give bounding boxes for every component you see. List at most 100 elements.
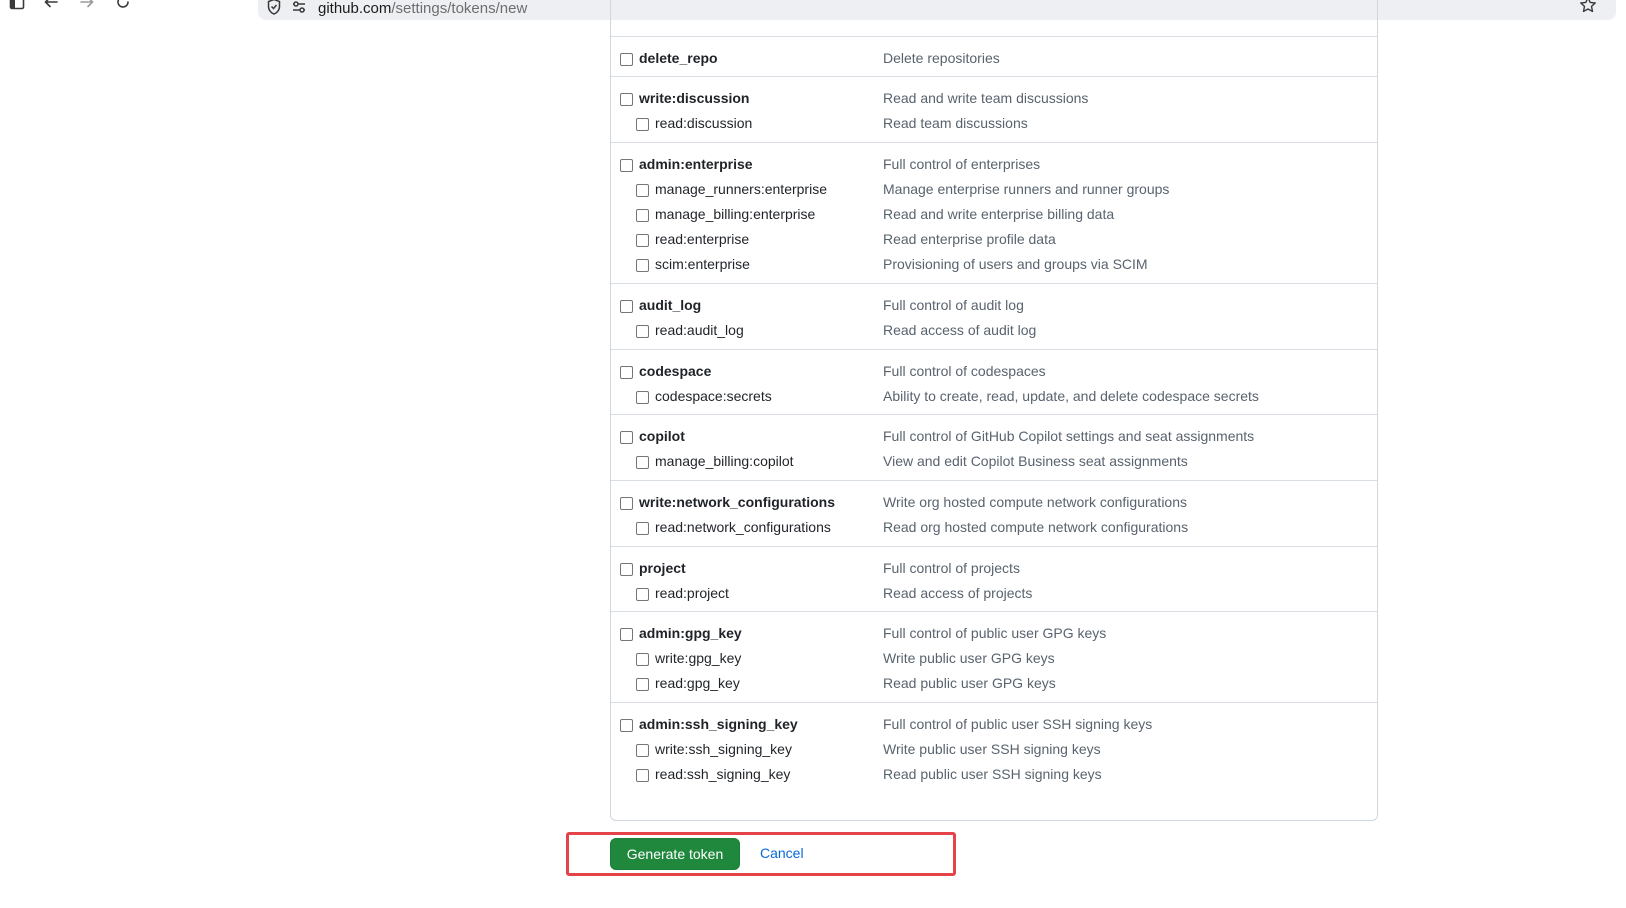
scope-checkbox[interactable]: [636, 678, 649, 691]
scope-checkbox[interactable]: [620, 563, 633, 576]
scope-description: Read and write team discussions: [883, 90, 1089, 106]
scope-row: copilot Full control of GitHub Copilot se…: [611, 425, 1377, 449]
scope-description: Read org hosted compute network configur…: [883, 519, 1189, 535]
scope-description: Write public user SSH signing keys: [883, 741, 1101, 757]
scope-description: Write org hosted compute network configu…: [883, 494, 1188, 510]
scope-checkbox[interactable]: [620, 628, 633, 641]
scope-name: read:ssh_signing_key: [655, 766, 791, 782]
scope-name: audit_log: [639, 297, 702, 313]
scope-description: Ability to create, read, update, and del…: [883, 388, 1259, 404]
scope-description: Full control of audit log: [883, 297, 1024, 313]
scope-name: delete_repo: [639, 50, 718, 66]
scope-group: codespace Full control of codespaces codes…: [611, 349, 1377, 414]
scope-name: read:project: [655, 585, 729, 601]
scope-name: write:network_configurations: [639, 494, 836, 510]
scope-name: write:ssh_signing_key: [655, 741, 792, 757]
scope-checkbox[interactable]: [620, 719, 633, 732]
sub-scope-row: read:ssh_signing_key Read public user SSH…: [611, 763, 1377, 787]
permissions-icon[interactable]: [291, 0, 307, 16]
scope-group: copilot Full control of GitHub Copilot se…: [611, 414, 1377, 480]
scope-row: delete_repo Delete repositories: [611, 47, 1377, 71]
scope-description: Delete repositories: [883, 50, 1000, 66]
scope-checkbox[interactable]: [620, 159, 633, 172]
scope-checkbox[interactable]: [620, 93, 633, 106]
scope-group: admin:ssh_signing_key Full control of pub…: [611, 702, 1377, 821]
url-path: /settings/tokens/new: [391, 0, 528, 17]
sub-scope-row: codespace:secrets Ability to create, read…: [611, 385, 1377, 409]
sidebar-toggle-icon[interactable]: [6, 0, 28, 16]
scope-description: Full control of enterprises: [883, 156, 1041, 172]
scope-checkbox[interactable]: [620, 53, 633, 66]
bookmark-star-icon[interactable]: [1578, 0, 1598, 16]
scope-checkbox[interactable]: [636, 234, 649, 247]
scope-description: Full control of codespaces: [883, 363, 1046, 379]
scope-name: read:audit_log: [655, 322, 744, 338]
scope-checkbox[interactable]: [636, 744, 649, 757]
generate-token-button[interactable]: Generate token: [610, 838, 740, 870]
scope-row: admin:ssh_signing_key Full control of pub…: [611, 713, 1377, 737]
scope-name: manage_billing:enterprise: [655, 206, 816, 222]
scope-name: admin:enterprise: [639, 156, 753, 172]
scope-name: manage_billing:copilot: [655, 453, 794, 469]
sub-scope-row: read:gpg_key Read public user GPG keys: [611, 672, 1377, 696]
scope-checkbox[interactable]: [636, 391, 649, 404]
scope-name: copilot: [639, 428, 685, 444]
scope-description: Read team discussions: [883, 115, 1028, 131]
scope-checkbox[interactable]: [620, 300, 633, 313]
scope-checkbox[interactable]: [620, 366, 633, 379]
scope-description: Full control of public user SSH signing …: [883, 716, 1153, 732]
url-host: github.com: [318, 0, 392, 17]
scope-checkbox[interactable]: [620, 497, 633, 510]
sub-scope-row: read:project Read access of projects: [611, 582, 1377, 606]
sub-scope-row: read:discussion Read team discussions: [611, 112, 1377, 136]
scope-description: Read public user GPG keys: [883, 675, 1056, 691]
scope-row: write:discussion Read and write team disc…: [611, 87, 1377, 111]
scope-checkbox[interactable]: [620, 431, 633, 444]
scope-description: Full control of GitHub Copilot settings …: [883, 428, 1255, 444]
scope-description: Read access of audit log: [883, 322, 1037, 338]
scope-description: Read public user SSH signing keys: [883, 766, 1102, 782]
scope-description: Read and write enterprise billing data: [883, 206, 1115, 222]
scope-checkbox[interactable]: [636, 522, 649, 535]
scope-name: codespace: [639, 363, 712, 379]
sub-scope-row: read:audit_log Read access of audit log: [611, 319, 1377, 343]
scope-name: admin:gpg_key: [639, 625, 742, 641]
scope-group: write:discussion Read and write team disc…: [611, 76, 1377, 142]
shield-icon[interactable]: [266, 0, 282, 16]
scope-row: write:network_configurations Write org ho…: [611, 491, 1377, 515]
scope-group: admin:enterprise Full control of enterpri…: [611, 142, 1377, 283]
scope-row: audit_log Full control of audit log: [611, 294, 1377, 318]
scope-checkbox[interactable]: [636, 653, 649, 666]
forward-arrow-icon[interactable]: [76, 0, 98, 16]
scope-row: admin:gpg_key Full control of public user…: [611, 622, 1377, 646]
scope-group: write:network_configurations Write org ho…: [611, 480, 1377, 546]
scope-name: read:enterprise: [655, 231, 750, 247]
sub-scope-row: read:enterprise Read enterprise profile d…: [611, 228, 1377, 252]
reload-icon[interactable]: [112, 0, 134, 16]
sub-scope-row: manage_billing:copilot View and edit Copi…: [611, 450, 1377, 474]
scope-description: Provisioning of users and groups via SCI…: [883, 256, 1148, 272]
cancel-link[interactable]: Cancel: [760, 844, 804, 862]
scope-checkbox[interactable]: [636, 209, 649, 222]
scope-name: write:gpg_key: [655, 650, 742, 666]
scope-name: read:network_configurations: [655, 519, 831, 535]
scope-checkbox[interactable]: [636, 456, 649, 469]
scope-name: admin:ssh_signing_key: [639, 716, 798, 732]
scope-checkbox[interactable]: [636, 325, 649, 338]
scope-checkbox[interactable]: [636, 118, 649, 131]
scope-name: project: [639, 560, 686, 576]
scope-name: write:discussion: [639, 90, 750, 106]
scope-name: read:discussion: [655, 115, 753, 131]
sub-scope-row: manage_billing:enterprise Read and write …: [611, 203, 1377, 227]
scope-checkbox[interactable]: [636, 588, 649, 601]
scope-checkbox[interactable]: [636, 259, 649, 272]
scope-checkbox[interactable]: [636, 184, 649, 197]
scope-group: project Full control of projects read:proj…: [611, 546, 1377, 611]
sub-scope-row: write:ssh_signing_key Write public user S…: [611, 738, 1377, 762]
scope-row: admin:enterprise Full control of enterpri…: [611, 153, 1377, 177]
back-arrow-icon[interactable]: [40, 0, 62, 16]
scope-description: Read enterprise profile data: [883, 231, 1056, 247]
scopes-list: delete_repo Delete repositories write:disc…: [610, 0, 1378, 821]
scope-checkbox[interactable]: [636, 769, 649, 782]
sub-scope-row: scim:enterprise Provisioning of users and…: [611, 253, 1377, 277]
